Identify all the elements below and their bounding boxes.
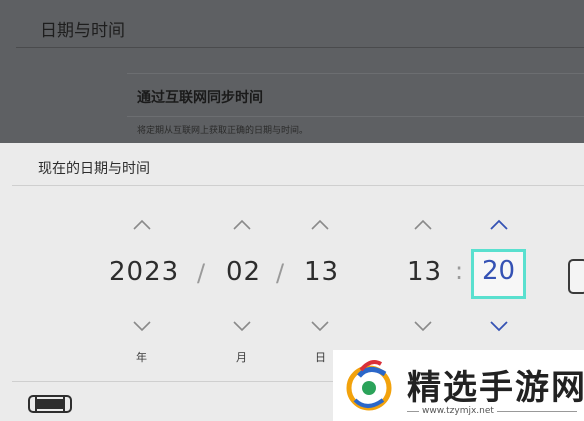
day-decrement-chevron-down-icon[interactable] [310, 320, 330, 332]
console-icon [28, 395, 72, 413]
month-increment-chevron-up-icon[interactable] [232, 219, 252, 231]
internet-sync-label: 通过互联网同步时间 [137, 90, 263, 106]
month-value[interactable]: 02 [226, 257, 261, 287]
row-divider-top [127, 73, 584, 74]
month-unit-label: 月 [236, 351, 247, 364]
watermark: 精选手游网 www.tzymjx.net [333, 350, 584, 421]
day-increment-chevron-up-icon[interactable] [310, 219, 330, 231]
day-value[interactable]: 13 [304, 257, 339, 287]
hour-increment-chevron-up-icon[interactable] [413, 219, 433, 231]
year-decrement-chevron-down-icon[interactable] [132, 320, 152, 332]
watermark-text: 精选手游网 [407, 368, 584, 408]
date-separator: / [276, 259, 285, 287]
settings-page-background: 日期与时间 通过互联网同步时间 将定期从互联网上获取正确的日期与时间。 [0, 0, 584, 148]
confirm-button[interactable] [568, 259, 584, 294]
hour-value[interactable]: 13 [407, 257, 442, 287]
row-divider [127, 116, 584, 117]
minute-decrement-chevron-down-icon[interactable] [489, 320, 509, 332]
hour-decrement-chevron-down-icon[interactable] [413, 320, 433, 332]
time-separator: : [455, 257, 464, 285]
title-divider [16, 47, 584, 48]
settings-page-title: 日期与时间 [40, 21, 125, 41]
dialog-divider [12, 185, 584, 186]
year-value[interactable]: 2023 [109, 257, 179, 287]
minute-increment-chevron-up-icon[interactable] [489, 219, 509, 231]
watermark-url: www.tzymjx.net [419, 406, 497, 416]
day-unit-label: 日 [315, 351, 326, 364]
date-separator: / [197, 259, 206, 287]
internet-sync-row[interactable]: 通过互联网同步时间 将定期从互联网上获取正确的日期与时间。 [127, 73, 584, 143]
year-unit-label: 年 [136, 351, 147, 364]
month-decrement-chevron-down-icon[interactable] [232, 320, 252, 332]
internet-sync-description: 将定期从互联网上获取正确的日期与时间。 [137, 126, 309, 136]
watermark-logo-icon [341, 356, 397, 416]
minute-value[interactable]: 20 [471, 256, 526, 286]
dialog-title: 现在的日期与时间 [38, 161, 150, 177]
year-increment-chevron-up-icon[interactable] [132, 219, 152, 231]
